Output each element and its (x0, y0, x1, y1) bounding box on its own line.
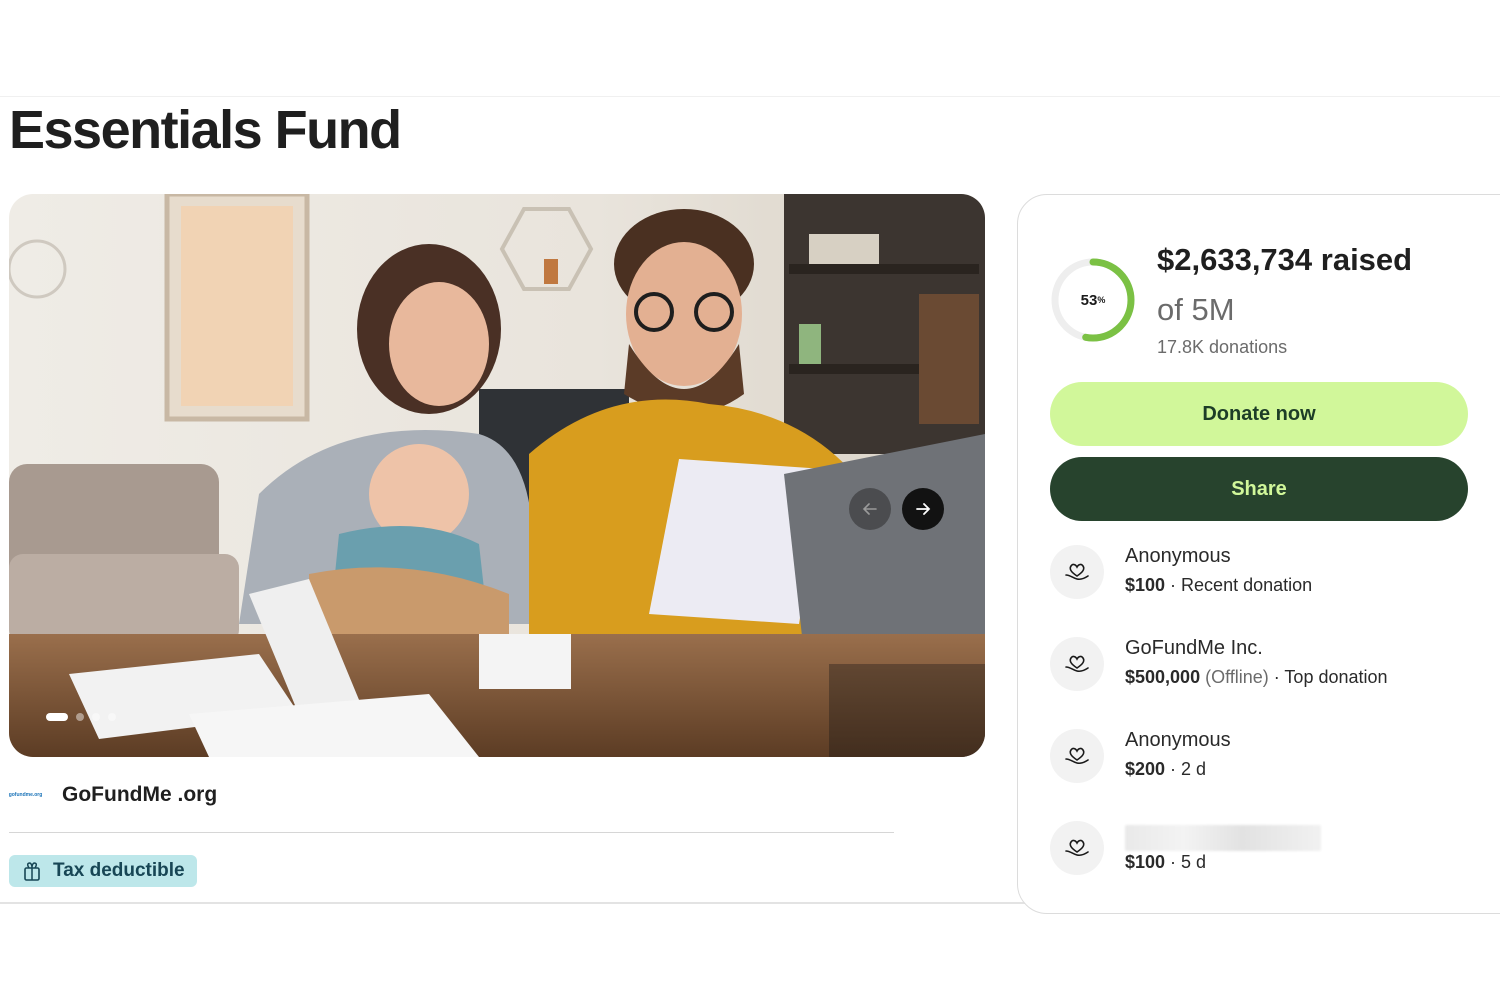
fundraiser-photo (9, 194, 985, 757)
donor-icon (1050, 729, 1104, 783)
page-title: Essentials Fund (9, 100, 402, 160)
amount-raised: $2,633,734 raised (1157, 242, 1413, 277)
organizer-name[interactable]: GoFundMe .org (62, 783, 217, 807)
donor-detail: $200 · 2 d (1125, 759, 1206, 780)
fundraiser-photo-carousel[interactable] (9, 194, 985, 757)
heart-hand-icon (1065, 747, 1089, 765)
donor-offline-tag: (Offline) (1200, 667, 1269, 687)
carousel-dot-2[interactable] (76, 713, 84, 721)
donor-detail: $100 · Recent donation (1125, 575, 1312, 596)
donation-count[interactable]: 17.8K donations (1157, 337, 1287, 358)
donor-item: Anonymous $200 · 2 d (1050, 729, 1470, 789)
fundraising-goal: of 5M (1157, 292, 1235, 327)
section-divider (9, 832, 894, 833)
donor-name: GoFundMe Inc. (1125, 637, 1263, 659)
donor-meta: · 2 d (1165, 759, 1207, 779)
progress-percent-sign: % (1097, 295, 1106, 305)
donor-detail: $500,000 (Offline) · Top donation (1125, 667, 1388, 688)
donor-name-redacted (1125, 825, 1321, 851)
donor-amount: $100 (1125, 575, 1166, 595)
progress-percent-value: 53 (1080, 291, 1098, 309)
donor-item: Anonymous $100 · Recent donation (1050, 545, 1470, 605)
donor-detail: $100 · 5 d (1125, 852, 1206, 873)
carousel-dot-3[interactable] (92, 713, 100, 721)
tax-deductible-badge[interactable]: Tax deductible (9, 855, 197, 887)
heart-hand-icon (1065, 655, 1089, 673)
donor-meta: · Top donation (1268, 667, 1388, 687)
organizer-logo: gofundme.org (8, 792, 43, 798)
donor-name: Anonymous (1125, 545, 1231, 567)
carousel-dot-4[interactable] (108, 713, 116, 721)
tax-deductible-label: Tax deductible (53, 860, 185, 881)
donor-meta: · Recent donation (1165, 575, 1313, 595)
organizer-row[interactable]: gofundme.org GoFundMe .org (9, 780, 217, 810)
heart-hand-icon (1065, 839, 1089, 857)
donor-icon (1050, 821, 1104, 875)
heart-hand-icon (1065, 563, 1089, 581)
donor-icon (1050, 545, 1104, 599)
carousel-next-button[interactable] (902, 488, 944, 530)
carousel-prev-button[interactable] (849, 488, 891, 530)
donor-item: GoFundMe Inc. $500,000 (Offline) · Top d… (1050, 637, 1470, 697)
progress-percent: 53% (1050, 257, 1136, 343)
carousel-indicators (46, 713, 116, 721)
share-button[interactable]: Share (1050, 457, 1468, 521)
donor-meta: · 5 d (1165, 852, 1207, 872)
gift-icon (24, 862, 40, 881)
donor-amount: $200 (1125, 759, 1166, 779)
donor-item: $100 · 5 d (1050, 821, 1470, 881)
arrow-right-icon (916, 503, 931, 515)
donor-icon (1050, 637, 1104, 691)
header-divider (0, 96, 1500, 97)
donor-amount: $500,000 (1125, 667, 1201, 687)
arrow-left-icon (862, 503, 877, 515)
donate-now-button[interactable]: Donate now (1050, 382, 1468, 446)
donor-name: Anonymous (1125, 729, 1231, 751)
carousel-dot-1[interactable] (46, 713, 68, 721)
donor-amount: $100 (1125, 852, 1166, 872)
